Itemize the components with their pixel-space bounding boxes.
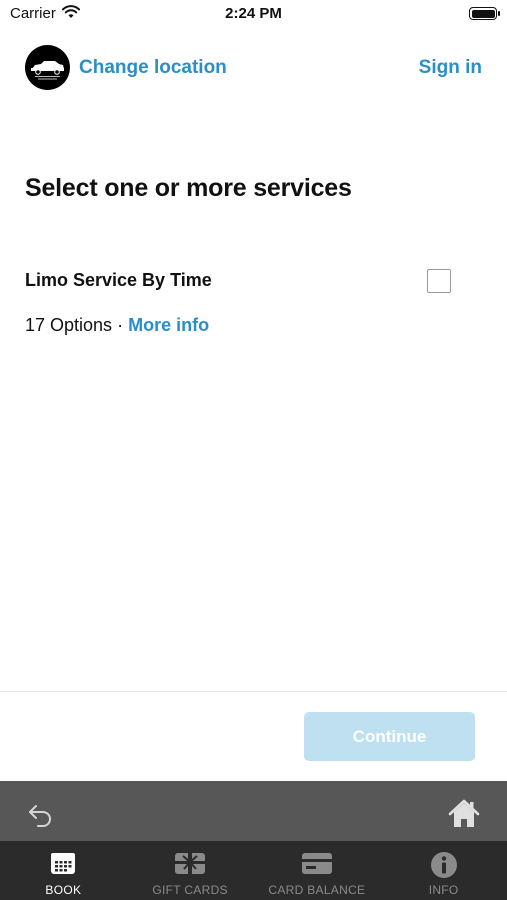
service-meta: 17 Options · More info bbox=[25, 315, 209, 336]
service-options-count: 17 Options bbox=[25, 315, 113, 335]
tab-label: INFO bbox=[428, 883, 459, 897]
limo-logo-icon bbox=[25, 45, 70, 90]
tab-label: GIFT CARDS bbox=[152, 883, 228, 897]
status-time: 2:24 PM bbox=[225, 5, 282, 22]
back-arrow-icon[interactable] bbox=[26, 800, 54, 828]
battery-icon bbox=[469, 7, 500, 20]
tab-card-balance[interactable]: CARD BALANCE bbox=[254, 841, 381, 900]
footer-divider bbox=[0, 691, 507, 692]
info-icon bbox=[430, 852, 457, 878]
browser-toolbar bbox=[0, 781, 507, 841]
service-checkbox[interactable] bbox=[427, 269, 451, 293]
tab-gift-cards[interactable]: GIFT CARDS bbox=[127, 841, 254, 900]
home-icon[interactable] bbox=[448, 799, 480, 829]
tab-info[interactable]: INFO bbox=[380, 841, 507, 900]
page-title: Select one or more services bbox=[25, 174, 352, 202]
tab-book[interactable]: BOOK bbox=[0, 841, 127, 900]
change-location-link[interactable]: Change location bbox=[79, 57, 227, 79]
continue-button[interactable]: Continue bbox=[304, 712, 475, 761]
calendar-icon bbox=[51, 853, 76, 874]
sign-in-link[interactable]: Sign in bbox=[419, 57, 482, 79]
service-name: Limo Service By Time bbox=[25, 270, 212, 290]
tab-bar: BOOK GIFT CARDS CARD BALANCE INFO bbox=[0, 841, 507, 900]
gift-card-icon bbox=[175, 853, 206, 874]
tab-label: BOOK bbox=[45, 883, 82, 897]
credit-card-icon bbox=[301, 853, 332, 874]
more-info-link[interactable]: More info bbox=[128, 315, 209, 335]
tab-label: CARD BALANCE bbox=[268, 883, 366, 897]
meta-separator: · bbox=[117, 315, 124, 335]
status-bar: Carrier 2:24 PM bbox=[0, 0, 507, 28]
